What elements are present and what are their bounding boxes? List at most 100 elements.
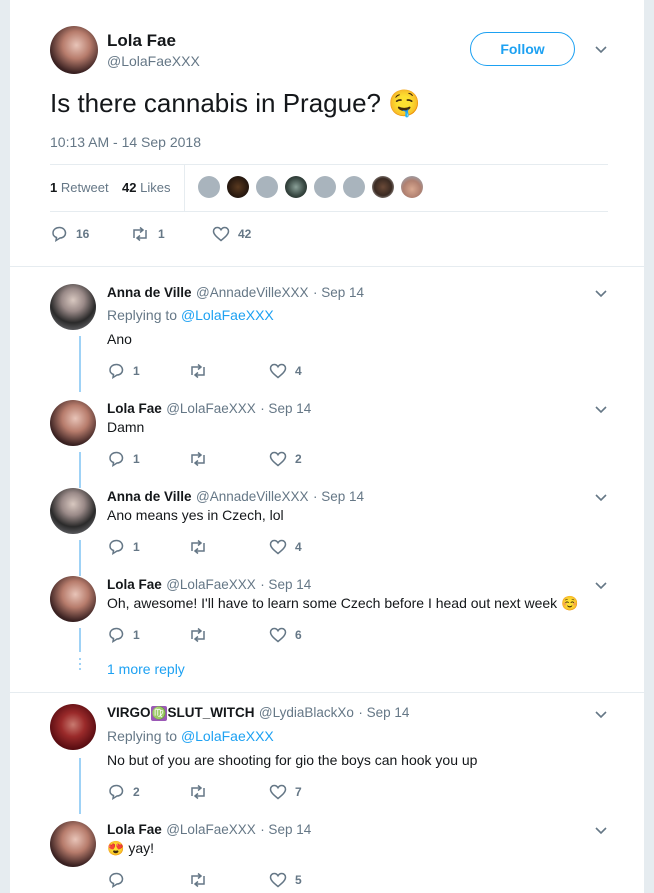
retweet-icon <box>191 363 205 379</box>
like-count: 42 <box>238 227 252 241</box>
reply-date[interactable]: · Sep 14 <box>260 822 311 837</box>
liker-avatar[interactable] <box>227 176 249 198</box>
reply-header: Lola Fae @LolaFaeXXX · Sep 14 <box>107 821 311 839</box>
like-action[interactable]: 7 <box>269 784 302 800</box>
reply-author-name[interactable]: Lola Fae <box>107 401 162 416</box>
reply-count: 1 <box>133 540 140 554</box>
liker-avatar[interactable] <box>314 176 336 198</box>
reply-icon <box>109 784 124 800</box>
chevron-down-icon[interactable] <box>594 286 608 300</box>
like-action[interactable]: 42 <box>212 226 251 242</box>
reply-avatar[interactable] <box>50 821 96 867</box>
retweet-action[interactable] <box>188 539 208 555</box>
reply-date[interactable]: · Sep 14 <box>260 577 311 592</box>
chevron-down-icon[interactable] <box>594 707 608 721</box>
reply-author-name[interactable]: Lola Fae <box>107 577 162 592</box>
heart-eyes-emoji: 😍 <box>107 840 125 856</box>
reply-action[interactable]: 1 <box>107 363 140 379</box>
replying-to-link[interactable]: @LolaFaeXXX <box>181 728 274 744</box>
retweet-action[interactable] <box>188 627 208 643</box>
reply-icon <box>109 627 124 643</box>
reply-text: Ano means yes in Czech, lol <box>107 507 284 523</box>
reply-author-handle[interactable]: @LolaFaeXXX <box>166 401 256 416</box>
author-handle[interactable]: @LolaFaeXXX <box>107 53 200 69</box>
liker-avatar[interactable] <box>256 176 278 198</box>
like-action[interactable]: 5 <box>269 872 302 888</box>
heart-icon <box>269 627 287 643</box>
reply-header: VIRGO♍SLUT_WITCH @LydiaBlackXo · Sep 14 <box>107 704 409 722</box>
reply-date[interactable]: · Sep 14 <box>358 705 409 720</box>
liker-avatar[interactable] <box>372 176 394 198</box>
retweet-action[interactable] <box>188 363 208 379</box>
reply-author-name[interactable]: VIRGO♍SLUT_WITCH <box>107 705 254 721</box>
reply-text-body: Oh, awesome! I'll have to learn some Cze… <box>107 595 558 611</box>
reply-author-name[interactable]: Anna de Ville <box>107 489 192 504</box>
replying-to-link[interactable]: @LolaFaeXXX <box>181 307 274 323</box>
likes-stat[interactable]: 42 Likes <box>122 180 170 195</box>
heart-icon <box>269 539 287 555</box>
reply-action[interactable]: 16 <box>50 226 89 242</box>
chevron-down-icon[interactable] <box>594 42 608 56</box>
reply-author-name[interactable]: Lola Fae <box>107 822 162 837</box>
retweet-action[interactable] <box>188 784 208 800</box>
retweet-count: 1 <box>50 180 58 195</box>
reply-date[interactable]: · Sep 14 <box>313 489 364 504</box>
like-action[interactable]: 4 <box>269 539 302 555</box>
author-avatar[interactable] <box>50 26 98 74</box>
liker-avatar[interactable] <box>198 176 220 198</box>
tweet-text-body: Is there cannabis in Prague? <box>50 88 381 118</box>
follow-button[interactable]: Follow <box>470 32 575 66</box>
reply-author-handle[interactable]: @LolaFaeXXX <box>166 822 256 837</box>
reply-icon <box>109 539 124 555</box>
reply-author-handle[interactable]: @LolaFaeXXX <box>166 577 256 592</box>
retweet-stat[interactable]: 1 Retweet <box>50 180 109 195</box>
retweet-icon <box>133 226 147 242</box>
reply-author-handle[interactable]: @LydiaBlackXo <box>259 705 354 720</box>
like-action[interactable]: 2 <box>269 451 302 467</box>
reply-author-handle[interactable]: @AnnadeVilleXXX <box>196 489 309 504</box>
chevron-down-icon[interactable] <box>594 578 608 592</box>
like-action[interactable]: 4 <box>269 363 302 379</box>
more-replies-link[interactable]: 1 more reply <box>107 661 185 677</box>
like-action[interactable]: 6 <box>269 627 302 643</box>
reply-text: 😍 yay! <box>107 840 154 857</box>
thread-line <box>79 452 81 488</box>
reply-avatar[interactable] <box>50 400 96 446</box>
retweet-action[interactable] <box>188 451 208 467</box>
reply-avatar[interactable] <box>50 488 96 534</box>
stats-divider <box>184 165 185 211</box>
replying-to: Replying to @LolaFaeXXX <box>107 307 274 323</box>
reply-action[interactable]: 1 <box>107 627 140 643</box>
reply-author-handle[interactable]: @AnnadeVilleXXX <box>196 285 309 300</box>
reply-icon <box>52 226 67 242</box>
reply-action[interactable]: 2 <box>107 784 140 800</box>
liker-avatar[interactable] <box>285 176 307 198</box>
tweet-timestamp[interactable]: 10:13 AM - 14 Sep 2018 <box>50 134 201 150</box>
reply-avatar[interactable] <box>50 576 96 622</box>
divider <box>50 164 608 165</box>
reply-avatar[interactable] <box>50 284 96 330</box>
liker-avatar[interactable] <box>401 176 423 198</box>
retweet-action[interactable]: 1 <box>130 226 165 242</box>
chevron-down-icon[interactable] <box>594 823 608 837</box>
divider <box>50 211 608 212</box>
liker-avatar[interactable] <box>343 176 365 198</box>
retweet-icon <box>191 451 205 467</box>
reply-action[interactable]: 1 <box>107 539 140 555</box>
author-name[interactable]: Lola Fae <box>107 31 176 51</box>
chevron-down-icon[interactable] <box>594 490 608 504</box>
reply-date[interactable]: · Sep 14 <box>260 401 311 416</box>
reply-author-name-prefix: VIRGO <box>107 705 151 720</box>
reply-action[interactable] <box>107 872 133 888</box>
chevron-down-icon[interactable] <box>594 402 608 416</box>
reply-date[interactable]: · Sep 14 <box>313 285 364 300</box>
thread-line <box>79 540 81 576</box>
like-count: 6 <box>295 628 302 642</box>
thread-line <box>79 628 81 652</box>
retweet-action[interactable] <box>188 872 208 888</box>
reply-author-name[interactable]: Anna de Ville <box>107 285 192 300</box>
reply-count: 16 <box>76 227 90 241</box>
retweet-icon <box>191 784 205 800</box>
reply-action[interactable]: 1 <box>107 451 140 467</box>
reply-avatar[interactable] <box>50 704 96 750</box>
